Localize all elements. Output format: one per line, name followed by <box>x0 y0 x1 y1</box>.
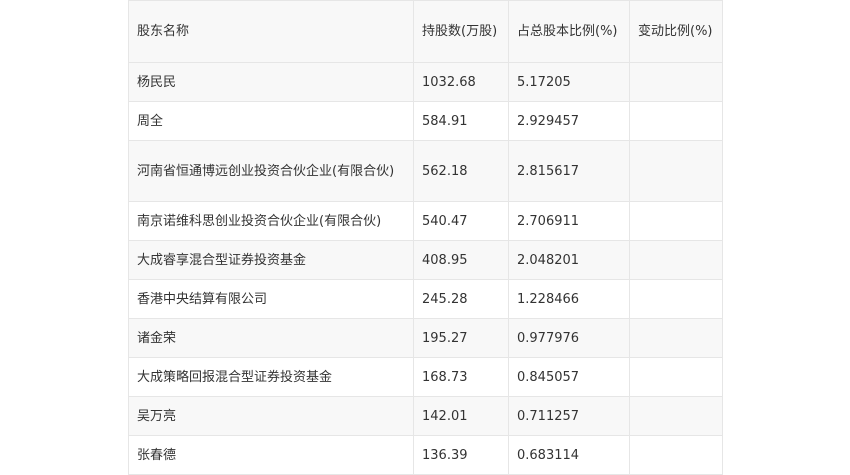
header-ratio: 占总股本比例(%) <box>508 0 630 63</box>
table-row: 大成策略回报混合型证券投资基金 168.73 0.845057 <box>128 357 723 397</box>
table-row: 杨民民 1032.68 5.17205 <box>128 62 723 102</box>
cell-name: 香港中央结算有限公司 <box>128 279 414 319</box>
table-row: 河南省恒通博远创业投资合伙企业(有限合伙) 562.18 2.815617 <box>128 140 723 202</box>
header-shares: 持股数(万股) <box>413 0 509 63</box>
cell-ratio: 0.711257 <box>508 396 630 436</box>
cell-shares: 168.73 <box>413 357 509 397</box>
cell-name: 吴万亮 <box>128 396 414 436</box>
header-change: 变动比例(%) <box>629 0 723 63</box>
cell-name: 河南省恒通博远创业投资合伙企业(有限合伙) <box>128 140 414 202</box>
header-shareholder-name: 股东名称 <box>128 0 414 63</box>
cell-change <box>629 240 723 280</box>
cell-change <box>629 357 723 397</box>
cell-ratio: 2.706911 <box>508 201 630 241</box>
cell-name: 周全 <box>128 101 414 141</box>
cell-name: 南京诺维科思创业投资合伙企业(有限合伙) <box>128 201 414 241</box>
cell-name: 杨民民 <box>128 62 414 102</box>
table-row: 诸金荣 195.27 0.977976 <box>128 318 723 358</box>
cell-change <box>629 279 723 319</box>
cell-ratio: 0.683114 <box>508 435 630 475</box>
cell-ratio: 0.977976 <box>508 318 630 358</box>
cell-name: 大成策略回报混合型证券投资基金 <box>128 357 414 397</box>
shareholder-table: 股东名称 持股数(万股) 占总股本比例(%) 变动比例(%) 杨民民 1032.… <box>128 0 723 475</box>
cell-ratio: 2.929457 <box>508 101 630 141</box>
table-header: 股东名称 持股数(万股) 占总股本比例(%) 变动比例(%) <box>128 0 723 63</box>
cell-shares: 562.18 <box>413 140 509 202</box>
cell-name: 大成睿享混合型证券投资基金 <box>128 240 414 280</box>
cell-change <box>629 318 723 358</box>
cell-ratio: 2.048201 <box>508 240 630 280</box>
cell-shares: 584.91 <box>413 101 509 141</box>
cell-change <box>629 140 723 202</box>
cell-shares: 408.95 <box>413 240 509 280</box>
cell-shares: 245.28 <box>413 279 509 319</box>
cell-name: 诸金荣 <box>128 318 414 358</box>
cell-ratio: 0.845057 <box>508 357 630 397</box>
shareholder-table-container: 股东名称 持股数(万股) 占总股本比例(%) 变动比例(%) 杨民民 1032.… <box>128 0 723 475</box>
cell-shares: 142.01 <box>413 396 509 436</box>
table-row: 南京诺维科思创业投资合伙企业(有限合伙) 540.47 2.706911 <box>128 201 723 241</box>
cell-name: 张春德 <box>128 435 414 475</box>
cell-change <box>629 396 723 436</box>
cell-shares: 1032.68 <box>413 62 509 102</box>
cell-ratio: 2.815617 <box>508 140 630 202</box>
table-row: 香港中央结算有限公司 245.28 1.228466 <box>128 279 723 319</box>
table-row: 吴万亮 142.01 0.711257 <box>128 396 723 436</box>
cell-change <box>629 62 723 102</box>
table-row: 周全 584.91 2.929457 <box>128 101 723 141</box>
cell-change <box>629 101 723 141</box>
header-row: 股东名称 持股数(万股) 占总股本比例(%) 变动比例(%) <box>128 0 723 63</box>
table-body: 杨民民 1032.68 5.17205 周全 584.91 2.929457 河… <box>128 62 723 475</box>
cell-shares: 136.39 <box>413 435 509 475</box>
table-row: 张春德 136.39 0.683114 <box>128 435 723 475</box>
cell-change <box>629 201 723 241</box>
cell-ratio: 1.228466 <box>508 279 630 319</box>
cell-shares: 540.47 <box>413 201 509 241</box>
cell-shares: 195.27 <box>413 318 509 358</box>
table-row: 大成睿享混合型证券投资基金 408.95 2.048201 <box>128 240 723 280</box>
cell-ratio: 5.17205 <box>508 62 630 102</box>
cell-change <box>629 435 723 475</box>
